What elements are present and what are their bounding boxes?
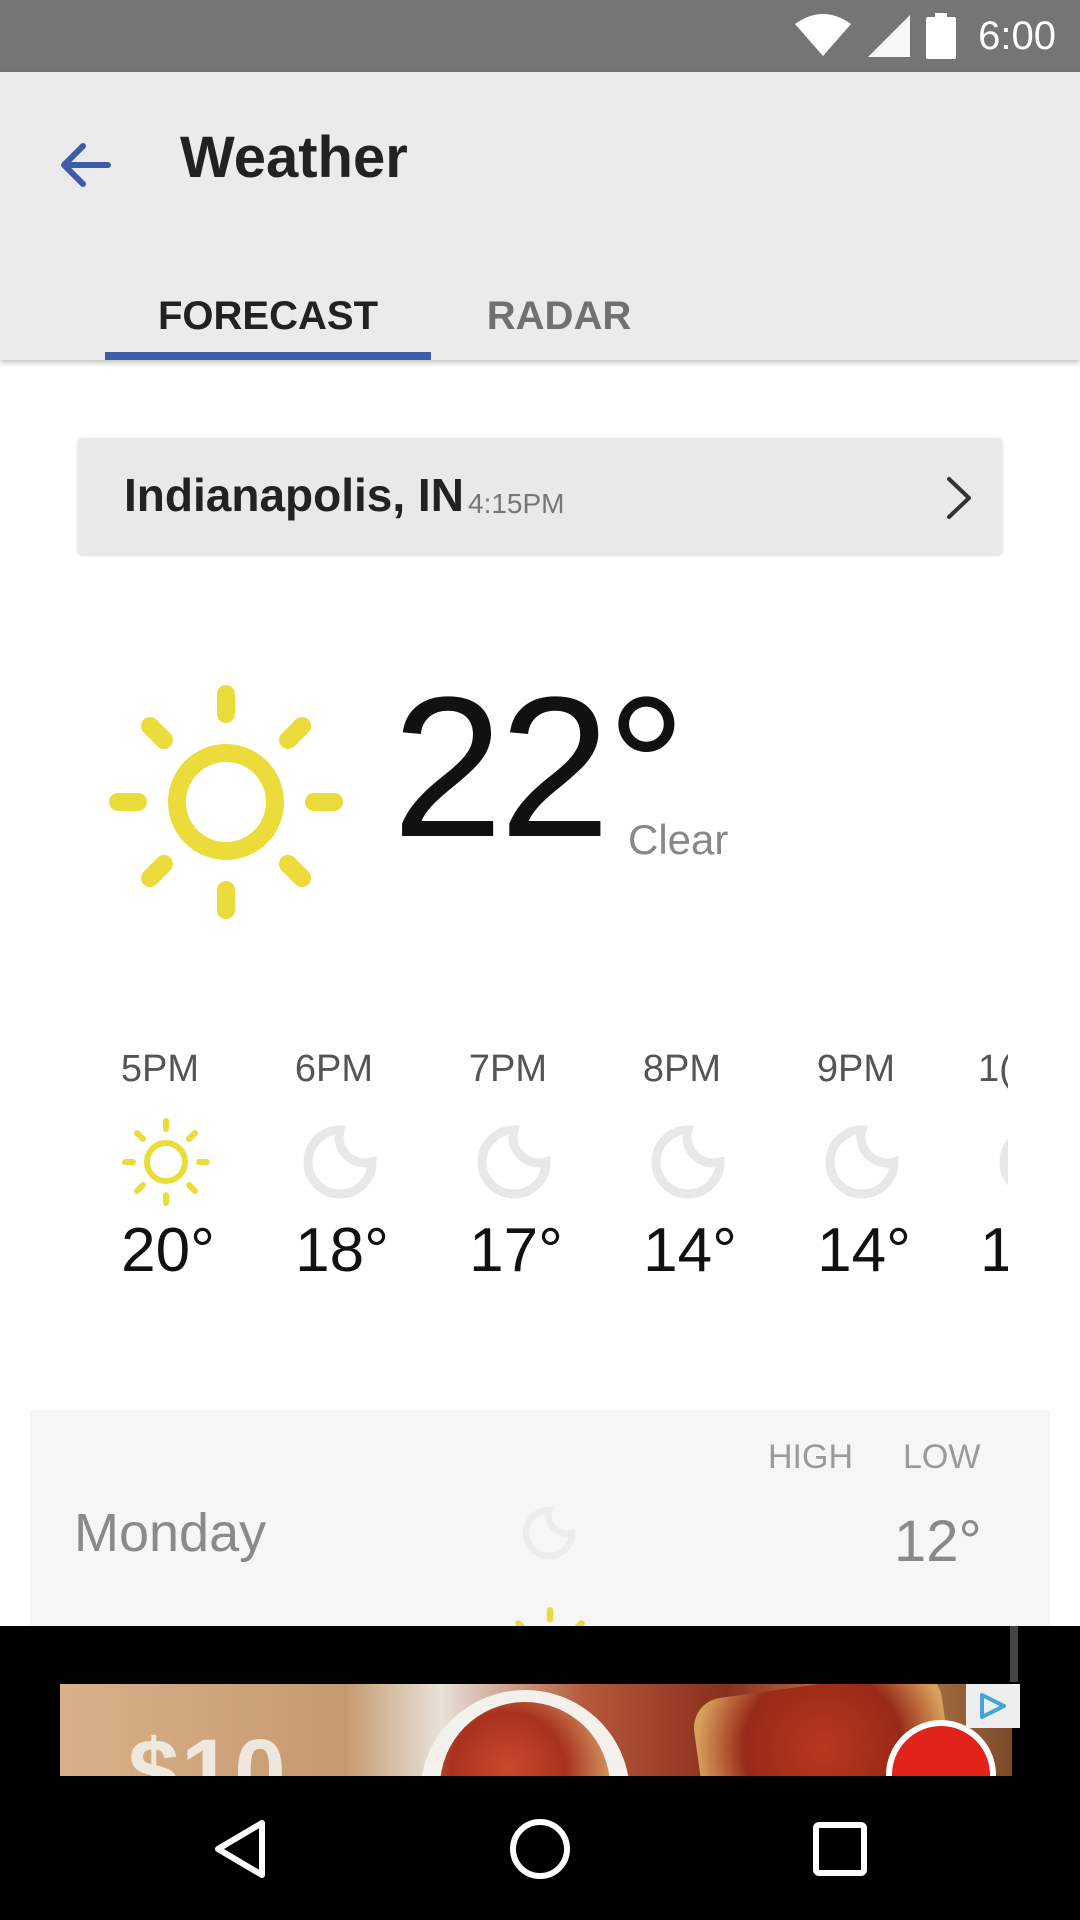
hour-label: 1( [978, 1048, 1008, 1090]
moon-icon [651, 1125, 725, 1199]
moon-icon [825, 1125, 899, 1199]
daily-forecast[interactable]: HIGH LOW Monday 12° [30, 1410, 1050, 1626]
hour-temp: 20° [121, 1216, 215, 1285]
day-low-temp: 12° [894, 1509, 982, 1574]
nav-home-button[interactable] [480, 1794, 600, 1904]
circle-home-icon [510, 1819, 570, 1879]
arrow-back-icon [61, 143, 111, 187]
square-recents-icon [813, 1822, 867, 1876]
back-button[interactable] [40, 120, 130, 210]
nav-back-button[interactable] [180, 1794, 300, 1904]
tab-radar[interactable]: RADAR [431, 272, 687, 360]
hour-temp: 17° [469, 1216, 563, 1285]
moon-icon [522, 1506, 576, 1560]
page-title: Weather [180, 125, 408, 190]
hour-label: 7PM [468, 1048, 548, 1090]
low-column-label: LOW [903, 1438, 981, 1476]
ad-banner[interactable]: $10 [60, 1684, 1012, 1776]
hour-label: 6PM [294, 1048, 374, 1090]
day-name: Monday [74, 1503, 267, 1563]
hour-temp: 18° [295, 1216, 389, 1285]
sun-icon [109, 685, 343, 919]
hour-temp: 14° [817, 1216, 911, 1285]
ad-choices-button[interactable] [966, 1684, 1020, 1728]
tab-forecast[interactable]: FORECAST [105, 272, 431, 360]
forecast-content: Indianapolis, IN 4:15PM 22° Clear 5PM 20… [0, 360, 1080, 1626]
tab-indicator [105, 352, 431, 360]
sun-icon [515, 1607, 585, 1626]
moon-icon [999, 1139, 1008, 1186]
location-name: Indianapolis, IN [124, 469, 464, 521]
wifi-icon [795, 14, 852, 56]
status-bar: 6:00 [0, 0, 1080, 72]
battery-icon [926, 13, 957, 59]
nav-recents-button[interactable] [780, 1794, 900, 1904]
status-icons: 6:00 [794, 0, 1056, 72]
navigation-bar [0, 1776, 1080, 1920]
hour-label: 8PM [642, 1048, 722, 1090]
ad-choices-icon [980, 1693, 1006, 1719]
ad-price-text: $10 [128, 1721, 288, 1776]
chevron-right-icon [947, 477, 971, 519]
current-condition: Clear [628, 816, 729, 863]
hour-temp: 14° [643, 1216, 737, 1285]
hour-label: 5PM [120, 1048, 200, 1090]
hour-temp: 1 [980, 1216, 1008, 1285]
high-column-label: HIGH [768, 1438, 853, 1476]
hour-label: 9PM [816, 1048, 896, 1090]
app-bar: Weather FORECAST RADAR [0, 72, 1080, 360]
status-time: 6:00 [978, 13, 1056, 58]
signal-icon [868, 15, 911, 57]
triangle-back-icon [215, 1820, 265, 1878]
moon-icon [477, 1125, 551, 1199]
moon-icon [303, 1125, 377, 1199]
scrollbar[interactable] [1010, 1626, 1018, 1682]
location-time: 4:15PM [468, 488, 565, 519]
hourly-forecast[interactable]: 5PM 20° 6PM 18° 7PM 17° 8PM 14° 9PM 14° … [88, 1040, 1008, 1300]
location-card[interactable]: Indianapolis, IN 4:15PM [78, 438, 1002, 554]
sun-icon [122, 1118, 210, 1206]
